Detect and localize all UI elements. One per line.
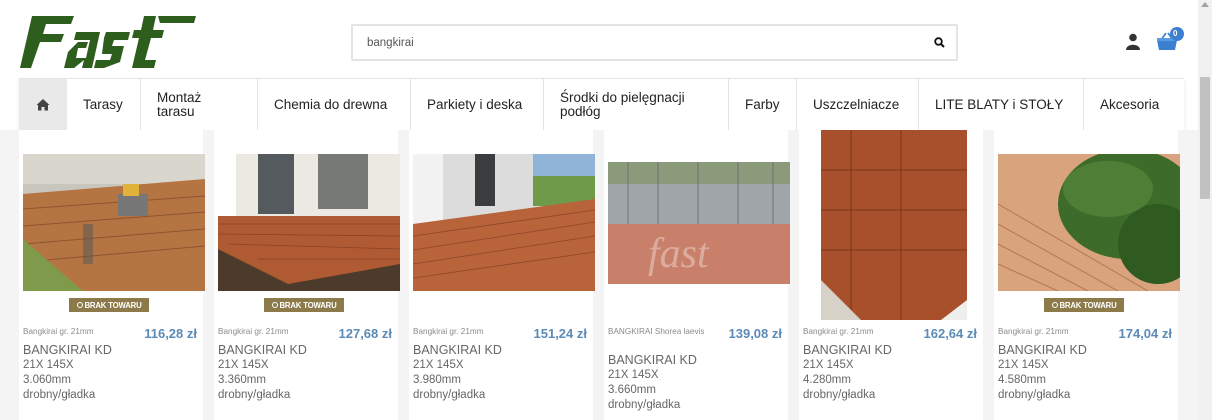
product-name[interactable]: BANGKIRAI KD 21X 145X 4.580mm drobny/gła… [998, 343, 1118, 403]
nav-item-montaz-tarasu[interactable]: Montaż tarasu [140, 79, 257, 130]
product-image[interactable] [218, 154, 400, 291]
product-price: 162,64 zł [923, 326, 978, 341]
nav-item-chemia-do-drewna[interactable]: Chemia do drewna [257, 79, 410, 130]
page-scrollbar[interactable] [1198, 0, 1212, 420]
cart-icon[interactable]: 0 [1155, 26, 1185, 52]
product-card[interactable]: BRAK TOWARU Bangkirai gr. 21mm 127,68 zł… [214, 130, 400, 420]
svg-text:fast: fast [648, 231, 710, 277]
product-image[interactable] [413, 154, 595, 291]
nav-item-farby[interactable]: Farby [728, 79, 796, 130]
product-image[interactable] [23, 154, 205, 291]
product-meta: Bangkirai gr. 21mm [998, 327, 1069, 336]
product-price: 174,04 zł [1118, 326, 1173, 341]
scroll-up-arrow[interactable] [1201, 2, 1209, 7]
product-card[interactable]: BRAK TOWARU Bangkirai gr. 21mm 174,04 zł… [994, 130, 1180, 420]
product-name[interactable]: BANGKIRAI KD 21X 145X 3.980mm drobny/gła… [413, 343, 533, 403]
search-bar [351, 24, 958, 61]
product-meta: BANGKIRAI Shorea laevis [608, 327, 705, 336]
header: 0 [0, 0, 1198, 78]
search-button[interactable] [922, 26, 956, 59]
product-meta: Bangkirai gr. 21mm [218, 327, 289, 336]
product-card[interactable]: Bangkirai gr. 21mm 151,24 zł BANGKIRAI K… [409, 130, 595, 420]
product-card[interactable]: fast BANGKIRAI Shorea laevis 139,08 zł B… [604, 130, 790, 420]
product-name[interactable]: BANGKIRAI KD 21X 145X 4.280mm drobny/gła… [803, 343, 923, 403]
product-meta: Bangkirai gr. 21mm [803, 327, 874, 336]
nav-home[interactable] [19, 79, 67, 130]
user-icon[interactable] [1125, 33, 1141, 51]
product-image[interactable] [821, 130, 967, 320]
cart-count-badge: 0 [1173, 29, 1178, 38]
product-meta: Bangkirai gr. 21mm [413, 327, 484, 336]
scroll-thumb[interactable] [1200, 77, 1210, 199]
search-icon [933, 37, 945, 48]
logo[interactable] [18, 12, 198, 70]
product-image[interactable] [998, 154, 1180, 291]
status-badge: BRAK TOWARU [264, 298, 344, 312]
nav-item-lite-blaty[interactable]: LITE BLATY i STOŁY [918, 79, 1083, 130]
nav-item-uszczelniacze[interactable]: Uszczelniacze [796, 79, 918, 130]
product-name[interactable]: BANGKIRAI KD 21X 145X 3.360mm drobny/gła… [218, 343, 338, 403]
nav-item-parkiety-i-deska[interactable]: Parkiety i deska [410, 79, 543, 130]
nav-item-akcesoria[interactable]: Akcesoria [1083, 79, 1181, 130]
product-card[interactable]: Bangkirai gr. 21mm 162,64 zł BANGKIRAI K… [799, 130, 983, 420]
status-badge: BRAK TOWARU [1044, 298, 1124, 312]
product-image[interactable]: fast [608, 162, 790, 284]
product-price: 151,24 zł [533, 326, 588, 341]
product-name[interactable]: BANGKIRAI KD 21X 145X 3.660mm drobny/gła… [608, 353, 728, 413]
nav-item-tarasy[interactable]: Tarasy [67, 79, 140, 130]
product-price: 116,28 zł [144, 326, 197, 341]
home-icon [36, 99, 50, 111]
nav-item-srodki-do-pielegnacji[interactable]: Środki do pielęgnacji podłóg [543, 79, 728, 130]
search-input[interactable] [353, 27, 922, 58]
main-nav: Tarasy Montaż tarasu Chemia do drewna Pa… [19, 78, 1184, 130]
product-grid: BRAK TOWARU Bangkirai gr. 21mm 116,28 zł… [0, 130, 1198, 420]
product-meta: Bangkirai gr. 21mm [23, 327, 94, 336]
product-price: 139,08 zł [728, 326, 783, 341]
product-card[interactable]: BRAK TOWARU Bangkirai gr. 21mm 116,28 zł… [19, 130, 205, 420]
product-name[interactable]: BANGKIRAI KD 21X 145X 3.060mm drobny/gła… [23, 343, 143, 403]
status-badge: BRAK TOWARU [69, 298, 149, 312]
product-price: 127,68 zł [338, 326, 393, 341]
